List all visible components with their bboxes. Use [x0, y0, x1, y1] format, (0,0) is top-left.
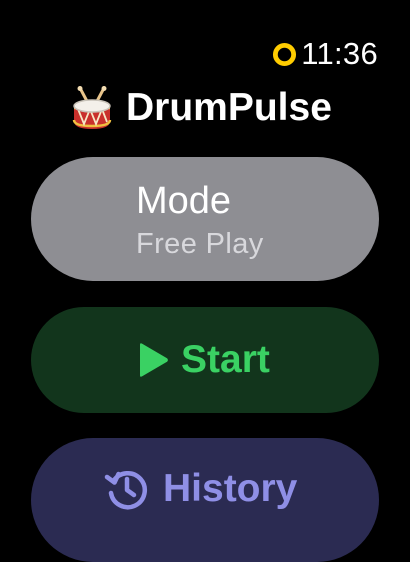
mode-button[interactable]: Mode Free Play: [31, 157, 379, 281]
mode-label: Mode: [136, 180, 232, 222]
start-label: Start: [181, 338, 270, 381]
app-header: DrumPulse: [72, 84, 332, 132]
history-icon: [104, 470, 148, 510]
app-title: DrumPulse: [126, 86, 332, 129]
history-button-content: History: [103, 466, 297, 512]
drum-icon: [72, 86, 112, 129]
start-button[interactable]: Start: [31, 307, 379, 413]
history-button[interactable]: History: [31, 438, 379, 562]
start-button-content: Start: [137, 337, 270, 383]
activity-ring-icon: [273, 42, 297, 66]
mode-value: Free Play: [136, 228, 264, 260]
history-label: History: [163, 467, 298, 510]
clock: 11:36: [301, 36, 378, 71]
status-bar: 11:36: [272, 36, 378, 72]
play-icon: [140, 343, 168, 377]
